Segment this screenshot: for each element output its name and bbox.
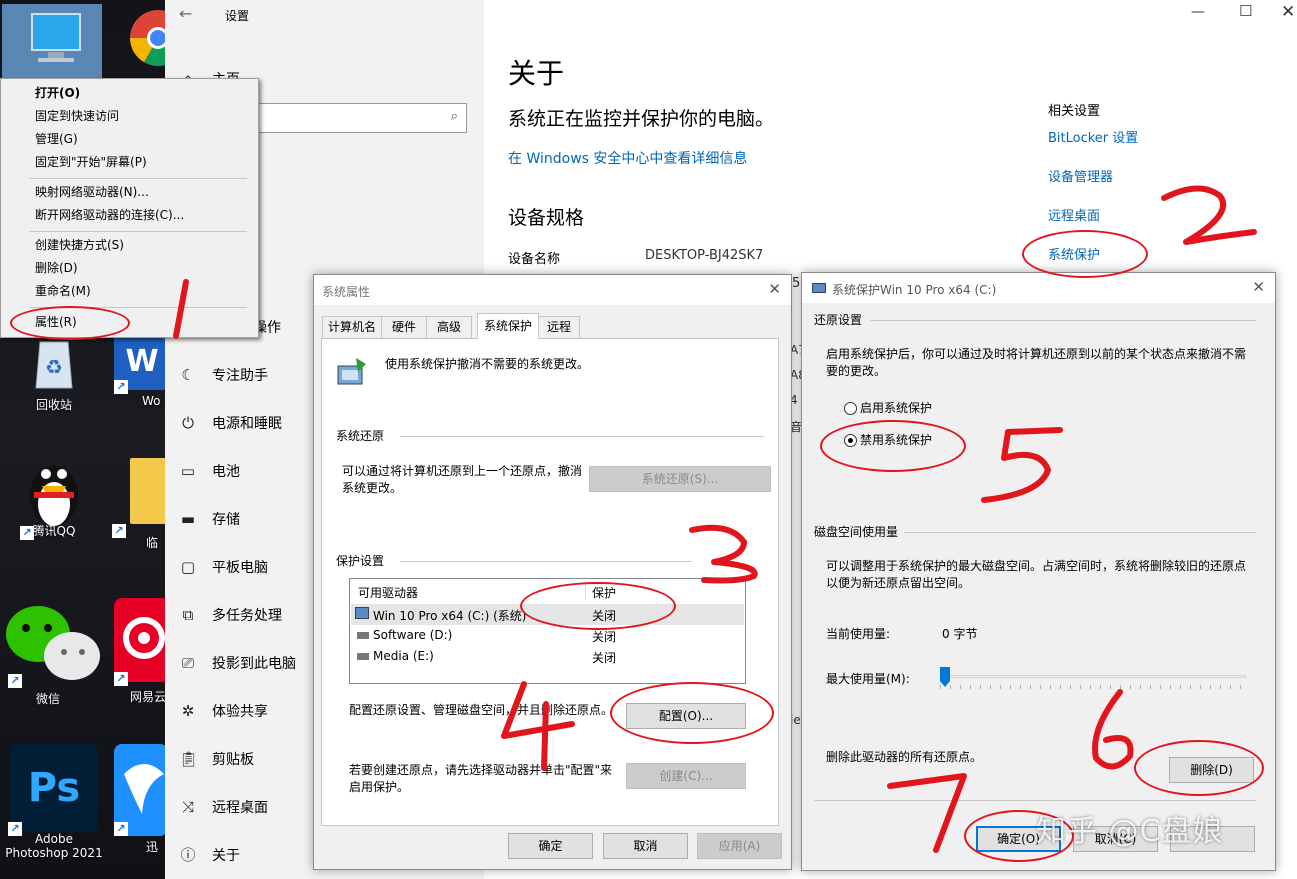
annotation-handwritten-numbers (173, 185, 1257, 853)
watermark-text: 知乎 @C盘娘 (1036, 814, 1224, 849)
tab-system-protection[interactable]: 系统保护 (477, 313, 539, 339)
